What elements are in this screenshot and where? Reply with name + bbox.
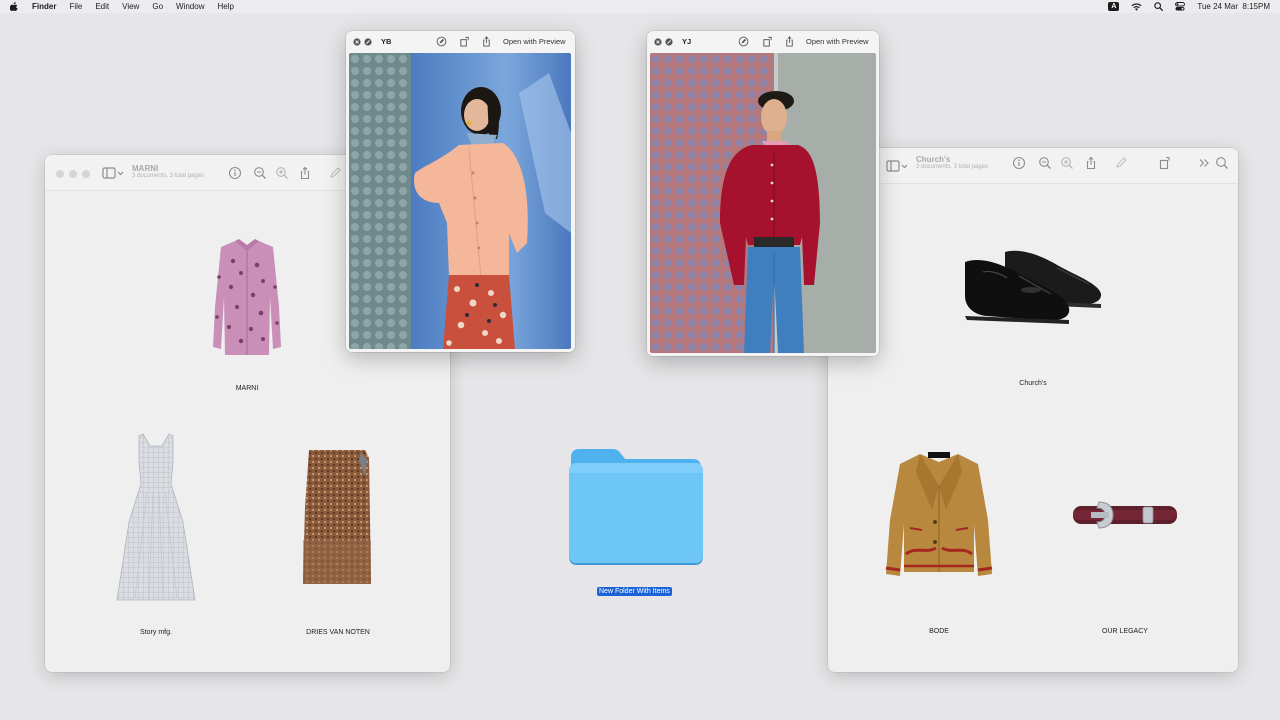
- close-quicklook-button[interactable]: [654, 38, 662, 46]
- window-controls: [56, 170, 90, 178]
- brown-print-skirt-icon: [303, 450, 371, 584]
- new-folder-label[interactable]: New Folder With Items: [597, 587, 672, 596]
- pink-embellished-shirt-icon: [213, 239, 281, 355]
- control-center-icon[interactable]: [1175, 2, 1186, 11]
- tan-suede-jacket-icon: [885, 452, 993, 576]
- share-icon[interactable]: [298, 166, 312, 180]
- grey-sleeveless-dress-icon: [116, 433, 196, 601]
- window-toolbar: Church's 3 documents, 3 total pages: [828, 148, 1238, 184]
- minimize-window-button[interactable]: [69, 170, 77, 178]
- menu-finder[interactable]: Finder: [32, 2, 56, 11]
- quicklook-toolbar: YB Open with Preview: [346, 31, 575, 53]
- menu-file[interactable]: File: [69, 2, 82, 11]
- share-icon[interactable]: [784, 36, 795, 47]
- zoom-out-icon[interactable]: [253, 166, 267, 180]
- menu-window[interactable]: Window: [176, 2, 204, 11]
- markup-icon[interactable]: [738, 36, 749, 47]
- rotate-icon[interactable]: [1158, 156, 1172, 170]
- wifi-icon[interactable]: [1131, 2, 1142, 11]
- menu-help[interactable]: Help: [217, 2, 233, 11]
- close-window-button[interactable]: [56, 170, 64, 178]
- marni-item-thumbnail[interactable]: [207, 237, 287, 362]
- churchs-preview-window[interactable]: Church's 3 documents, 3 total pages Chur…: [828, 148, 1238, 672]
- fullscreen-quicklook-button[interactable]: [665, 38, 673, 46]
- churchs-item-thumbnail[interactable]: [961, 244, 1105, 330]
- window-title: MARNI: [132, 164, 159, 173]
- zoom-out-icon[interactable]: [1038, 156, 1052, 170]
- share-icon[interactable]: [1084, 156, 1098, 170]
- yb-photo: [349, 53, 571, 349]
- share-icon[interactable]: [481, 36, 492, 47]
- quicklook-window-yb[interactable]: YB Open with Preview: [346, 31, 575, 352]
- dries-van-noten-item-label: DRIES VAN NOTEN: [306, 629, 370, 636]
- bode-item-thumbnail[interactable]: [882, 450, 996, 580]
- yj-photo: [650, 53, 876, 353]
- window-subtitle: 3 documents, 3 total pages: [916, 164, 989, 170]
- open-with-preview-button[interactable]: Open with Preview: [503, 37, 566, 46]
- marni-item-label: MARNI: [235, 385, 259, 392]
- close-quicklook-button[interactable]: [353, 38, 361, 46]
- window-title: Church's: [916, 155, 951, 164]
- fullscreen-quicklook-button[interactable]: [364, 38, 372, 46]
- open-with-preview-button[interactable]: Open with Preview: [806, 37, 869, 46]
- new-folder-icon[interactable]: [567, 447, 705, 565]
- burgundy-leather-belt-icon: [1073, 501, 1177, 529]
- menu-view[interactable]: View: [122, 2, 139, 11]
- man-portrait-image: [650, 53, 876, 353]
- menu-bar: Finder File Edit View Go Window Help A T…: [0, 0, 1280, 13]
- dries-van-noten-item-thumbnail[interactable]: [299, 448, 379, 588]
- rotate-icon[interactable]: [762, 36, 773, 47]
- spotlight-search-icon[interactable]: [1154, 2, 1164, 11]
- input-source-icon[interactable]: A: [1108, 2, 1120, 11]
- info-icon[interactable]: [228, 166, 242, 180]
- search-icon[interactable]: [1215, 156, 1229, 170]
- our-legacy-item-thumbnail[interactable]: [1071, 498, 1179, 532]
- rotate-icon[interactable]: [459, 36, 470, 47]
- story-mfg-item-label: Story mfg.: [140, 629, 172, 636]
- story-mfg-item-thumbnail[interactable]: [113, 432, 199, 604]
- quicklook-title: YJ: [682, 37, 692, 46]
- quicklook-title: YB: [381, 37, 392, 46]
- markup-icon[interactable]: [1114, 156, 1128, 170]
- menubar-clock[interactable]: Tue 24 Mar 8:15PM: [1197, 2, 1270, 11]
- markup-icon[interactable]: [328, 166, 342, 180]
- churchs-item-label: Church's: [1019, 380, 1047, 387]
- info-icon[interactable]: [1012, 156, 1026, 170]
- zoom-in-icon[interactable]: [1060, 156, 1074, 170]
- zoom-window-button[interactable]: [82, 170, 90, 178]
- bode-item-label: BODE: [929, 628, 949, 635]
- our-legacy-item-label: OUR LEGACY: [1102, 628, 1148, 635]
- sidebar-toggle-icon[interactable]: [886, 159, 908, 173]
- window-subtitle: 3 documents, 3 total pages: [132, 173, 205, 179]
- more-toolbar-icon[interactable]: [1197, 156, 1211, 170]
- menu-edit[interactable]: Edit: [95, 2, 109, 11]
- menu-go[interactable]: Go: [152, 2, 163, 11]
- quicklook-window-yj[interactable]: YJ Open with Preview: [647, 31, 879, 356]
- markup-icon[interactable]: [436, 36, 447, 47]
- black-penny-loafers-icon: [965, 250, 1102, 324]
- quicklook-toolbar: YJ Open with Preview: [647, 31, 879, 53]
- sidebar-toggle-icon[interactable]: [102, 166, 124, 180]
- zoom-in-icon[interactable]: [275, 166, 289, 180]
- apple-menu-icon[interactable]: [10, 2, 20, 11]
- woman-portrait-image: [349, 53, 571, 349]
